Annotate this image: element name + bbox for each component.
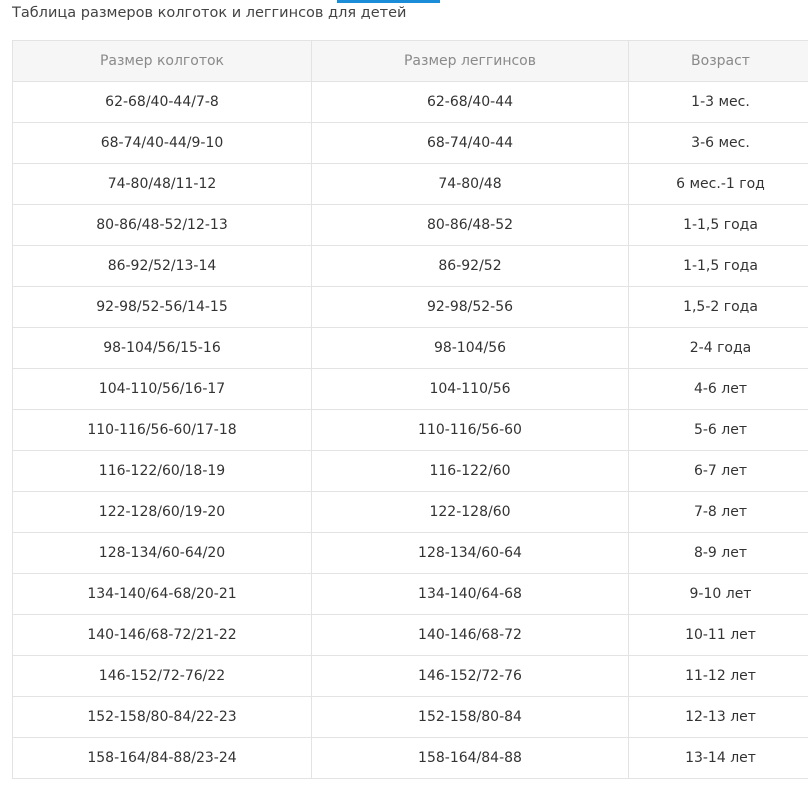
tights-size-cell: 62-68/40-44/7-8: [12, 81, 312, 123]
table-row: 158-164/84-88/23-24 158-164/84-88 13-14 …: [12, 737, 808, 779]
leggings-size-cell: 116-122/60: [311, 450, 629, 492]
column-header-leggings-size: Размер леггинсов: [311, 40, 629, 82]
age-cell: 6 мес.-1 год: [628, 163, 808, 205]
leggings-size-cell: 152-158/80-84: [311, 696, 629, 738]
tights-size-cell: 152-158/80-84/22-23: [12, 696, 312, 738]
leggings-size-cell: 134-140/64-68: [311, 573, 629, 615]
tights-size-cell: 104-110/56/16-17: [12, 368, 312, 410]
age-cell: 6-7 лет: [628, 450, 808, 492]
size-table: Размер колготок Размер леггинсов Возраст…: [12, 40, 808, 779]
leggings-size-cell: 98-104/56: [311, 327, 629, 369]
age-cell: 9-10 лет: [628, 573, 808, 615]
tights-size-cell: 98-104/56/15-16: [12, 327, 312, 369]
age-cell: 8-9 лет: [628, 532, 808, 574]
active-tab-indicator: [337, 0, 440, 3]
leggings-size-cell: 80-86/48-52: [311, 204, 629, 246]
leggings-size-cell: 62-68/40-44: [311, 81, 629, 123]
tights-size-cell: 110-116/56-60/17-18: [12, 409, 312, 451]
tights-size-cell: 134-140/64-68/20-21: [12, 573, 312, 615]
leggings-size-cell: 128-134/60-64: [311, 532, 629, 574]
table-row: 62-68/40-44/7-8 62-68/40-44 1-3 мес.: [12, 81, 808, 123]
leggings-size-cell: 140-146/68-72: [311, 614, 629, 656]
age-cell: 1,5-2 года: [628, 286, 808, 328]
age-cell: 1-3 мес.: [628, 81, 808, 123]
leggings-size-cell: 104-110/56: [311, 368, 629, 410]
leggings-size-cell: 158-164/84-88: [311, 737, 629, 779]
table-row: 74-80/48/11-12 74-80/48 6 мес.-1 год: [12, 163, 808, 205]
age-cell: 13-14 лет: [628, 737, 808, 779]
tights-size-cell: 86-92/52/13-14: [12, 245, 312, 287]
leggings-size-cell: 86-92/52: [311, 245, 629, 287]
age-cell: 10-11 лет: [628, 614, 808, 656]
table-row: 68-74/40-44/9-10 68-74/40-44 3-6 мес.: [12, 122, 808, 164]
age-cell: 1-1,5 года: [628, 204, 808, 246]
leggings-size-cell: 122-128/60: [311, 491, 629, 533]
table-row: 110-116/56-60/17-18 110-116/56-60 5-6 ле…: [12, 409, 808, 451]
leggings-size-cell: 146-152/72-76: [311, 655, 629, 697]
age-cell: 11-12 лет: [628, 655, 808, 697]
tights-size-cell: 92-98/52-56/14-15: [12, 286, 312, 328]
age-cell: 3-6 мес.: [628, 122, 808, 164]
leggings-size-cell: 92-98/52-56: [311, 286, 629, 328]
tights-size-cell: 80-86/48-52/12-13: [12, 204, 312, 246]
tights-size-cell: 68-74/40-44/9-10: [12, 122, 312, 164]
leggings-size-cell: 110-116/56-60: [311, 409, 629, 451]
table-header-row: Размер колготок Размер леггинсов Возраст: [12, 40, 808, 82]
page-title: Таблица размеров колготок и леггинсов дл…: [12, 5, 407, 21]
tights-size-cell: 158-164/84-88/23-24: [12, 737, 312, 779]
table-row: 98-104/56/15-16 98-104/56 2-4 года: [12, 327, 808, 369]
table-row: 128-134/60-64/20 128-134/60-64 8-9 лет: [12, 532, 808, 574]
tights-size-cell: 122-128/60/19-20: [12, 491, 312, 533]
table-row: 86-92/52/13-14 86-92/52 1-1,5 года: [12, 245, 808, 287]
tights-size-cell: 146-152/72-76/22: [12, 655, 312, 697]
age-cell: 7-8 лет: [628, 491, 808, 533]
column-header-age: Возраст: [628, 40, 808, 82]
table-row: 146-152/72-76/22 146-152/72-76 11-12 лет: [12, 655, 808, 697]
age-cell: 2-4 года: [628, 327, 808, 369]
table-row: 134-140/64-68/20-21 134-140/64-68 9-10 л…: [12, 573, 808, 615]
table-row: 80-86/48-52/12-13 80-86/48-52 1-1,5 года: [12, 204, 808, 246]
table-row: 122-128/60/19-20 122-128/60 7-8 лет: [12, 491, 808, 533]
table-row: 92-98/52-56/14-15 92-98/52-56 1,5-2 года: [12, 286, 808, 328]
table-row: 140-146/68-72/21-22 140-146/68-72 10-11 …: [12, 614, 808, 656]
column-header-tights-size: Размер колготок: [12, 40, 312, 82]
leggings-size-cell: 74-80/48: [311, 163, 629, 205]
tights-size-cell: 128-134/60-64/20: [12, 532, 312, 574]
age-cell: 12-13 лет: [628, 696, 808, 738]
age-cell: 5-6 лет: [628, 409, 808, 451]
leggings-size-cell: 68-74/40-44: [311, 122, 629, 164]
tights-size-cell: 140-146/68-72/21-22: [12, 614, 312, 656]
table-row: 152-158/80-84/22-23 152-158/80-84 12-13 …: [12, 696, 808, 738]
age-cell: 4-6 лет: [628, 368, 808, 410]
table-row: 104-110/56/16-17 104-110/56 4-6 лет: [12, 368, 808, 410]
tights-size-cell: 74-80/48/11-12: [12, 163, 312, 205]
age-cell: 1-1,5 года: [628, 245, 808, 287]
table-row: 116-122/60/18-19 116-122/60 6-7 лет: [12, 450, 808, 492]
tights-size-cell: 116-122/60/18-19: [12, 450, 312, 492]
